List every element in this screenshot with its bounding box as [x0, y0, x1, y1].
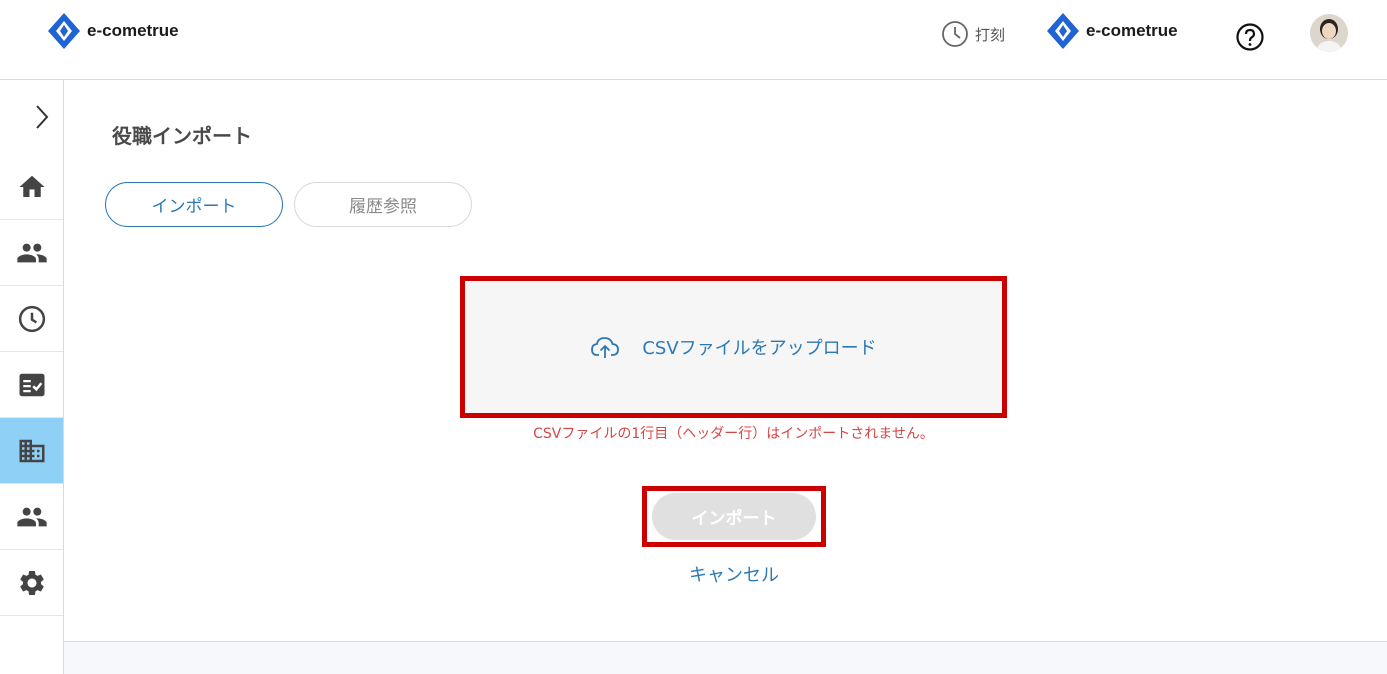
- cloud-upload-icon: [591, 337, 620, 358]
- sidebar-expand-button[interactable]: [0, 80, 63, 154]
- import-highlight: インポート: [642, 486, 826, 547]
- csv-upload-area[interactable]: CSVファイルをアップロード: [465, 281, 1002, 413]
- users-icon: [16, 243, 47, 262]
- punch-label: 打刻: [975, 25, 1006, 44]
- upload-label: CSVファイルをアップロード: [642, 338, 877, 359]
- brand-logo[interactable]: e-cometrue: [47, 12, 179, 50]
- sidebar-item-settings[interactable]: [0, 550, 63, 616]
- gear-icon: [19, 570, 44, 595]
- tab-import[interactable]: インポート: [105, 182, 283, 227]
- clock-icon: [942, 21, 968, 47]
- chevron-right-icon: [36, 105, 49, 129]
- punch-button[interactable]: 打刻: [941, 20, 1005, 48]
- page-title: 役職インポート: [112, 124, 252, 148]
- home-icon: [19, 175, 44, 197]
- cancel-link[interactable]: キャンセル: [634, 561, 834, 587]
- company-name: e-cometrue: [1086, 21, 1178, 40]
- upload-highlight: CSVファイルをアップロード: [460, 276, 1007, 418]
- main-content: 役職インポート インポート 履歴参照 CSVファイルをアップロード CSVファイ…: [64, 80, 1387, 642]
- diamond-logo-icon: [48, 13, 80, 49]
- top-header: e-cometrue 打刻 e-cometrue: [0, 0, 1387, 80]
- import-button[interactable]: インポート: [652, 493, 816, 540]
- sidebar-item-tasks[interactable]: [0, 352, 63, 418]
- sidebar-item-groups[interactable]: [0, 484, 63, 550]
- sidebar: [0, 80, 64, 674]
- header-row-note: CSVファイルの1行目（ヘッダー行）はインポートされません。: [533, 426, 934, 442]
- group-icon: [16, 507, 47, 526]
- help-icon[interactable]: [1235, 22, 1265, 52]
- tab-history[interactable]: 履歴参照: [294, 182, 472, 227]
- avatar-image: [1310, 14, 1348, 52]
- sidebar-item-employees[interactable]: [0, 220, 63, 286]
- building-icon: [19, 439, 44, 462]
- clock-icon: [18, 305, 45, 332]
- diamond-logo-icon: [1047, 13, 1079, 49]
- company-logo: e-cometrue: [1046, 12, 1178, 50]
- sidebar-item-home[interactable]: [0, 154, 63, 220]
- checklist-icon: [19, 373, 44, 396]
- sidebar-item-organization[interactable]: [0, 418, 63, 484]
- sidebar-item-attendance[interactable]: [0, 286, 63, 352]
- brand-name: e-cometrue: [87, 21, 179, 40]
- user-avatar[interactable]: [1310, 14, 1348, 52]
